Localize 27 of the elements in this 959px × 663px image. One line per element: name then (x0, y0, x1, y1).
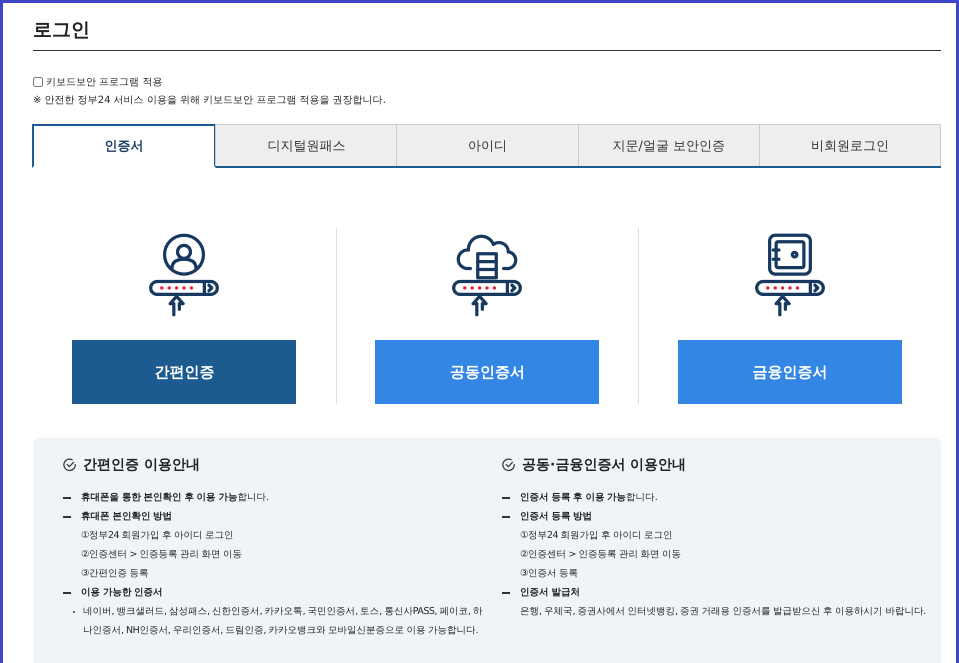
guide-step: ③인증서 등록 (520, 564, 927, 583)
guide-title: 공동·금융인증서 이용안내 (522, 456, 686, 474)
guide-step: 은행, 우체국, 증권사에서 인터넷뱅킹, 증권 거래용 인증서를 발급받으신 후 이용하시기 바랍니다. (520, 602, 927, 621)
guide-step: ②인증센터 > 인증등록 관리 화면 이동 (81, 545, 488, 564)
login-tab[interactable]: 아이디 (396, 124, 579, 166)
keyboard-security-label: 키보드보안 프로그램 적용 (46, 76, 162, 89)
guide-text: 휴대폰을 통한 본인확인 후 이용 가능합니다. (81, 491, 270, 505)
guide-title: 간편인증 이용안내 (83, 456, 200, 474)
page-title: 로그인 (33, 18, 91, 43)
guide-text: 인증서 등록 방법 (520, 510, 594, 524)
guide-text: 인증서 발급처 (520, 586, 581, 600)
auth-method-button[interactable]: 공동인증서 (375, 340, 600, 404)
guide-step: ②인증센터 > 인증등록 관리 화면 이동 (520, 545, 927, 564)
login-tab[interactable]: 지문/얼굴 보안인증 (578, 124, 760, 166)
guide-step: ③간편인증 등록 (81, 564, 488, 583)
guide-step: ①정부24 회원가입 후 아이디 로그인 (81, 526, 488, 545)
auth-method-button[interactable]: 금융인증서 (678, 340, 902, 404)
guide-text: 네이버, 뱅크샐러드, 삼성패스, 신한인증서, 카카오톡, 국민인증서, 토스, 통신사PASS, 페이코, 하나인증서, NH인증서, 우리인증서, 드림인증, 카카오뱅크와 모바일신분증으로 이용 가능합니다. (83, 605, 484, 638)
guide-step: ①정부24 회원가입 후 아이디 로그인 (520, 526, 927, 545)
login-tab[interactable]: 디지털원패스 (215, 124, 398, 166)
login-tab[interactable]: 인증서 (32, 124, 216, 168)
guide-text: 이용 가능한 인증서 (81, 586, 164, 600)
login-tab[interactable]: 비회원로그인 (758, 124, 942, 166)
guide-text: 휴대폰 본인확인 방법 (81, 510, 174, 524)
security-notice: ※ 안전한 정부24 서비스 이용을 위해 키보드보안 프로그램 적용을 권장합니다. (33, 94, 387, 107)
auth-method-button[interactable]: 간편인증 (72, 340, 296, 404)
guide-text: 인증서 등록 후 이용 가능합니다. (520, 491, 658, 505)
